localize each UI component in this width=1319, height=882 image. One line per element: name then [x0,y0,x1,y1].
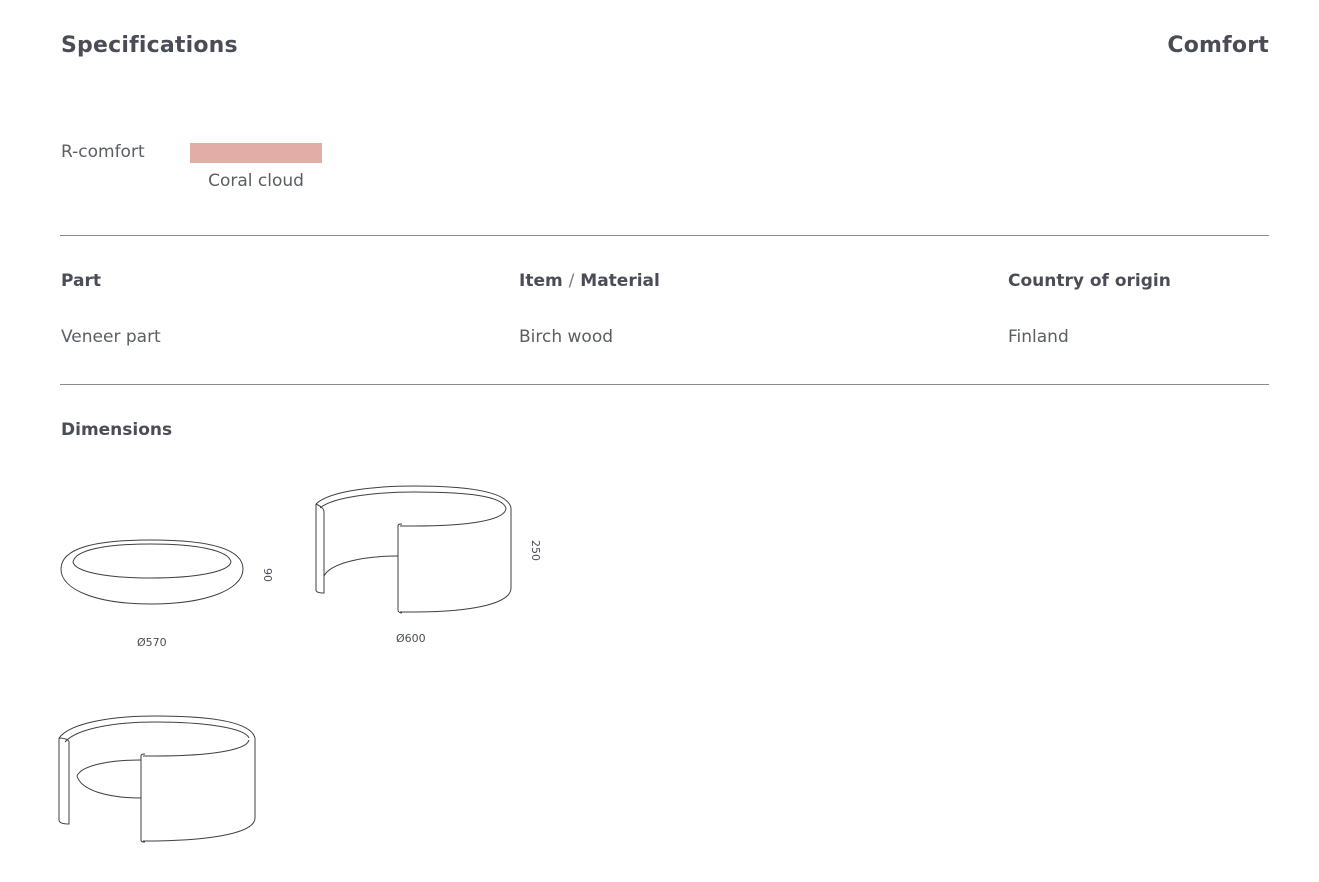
dimensions-title: Dimensions [61,420,173,440]
shell-diameter-label: Ø600 [396,632,426,645]
column-header-separator: / [568,271,575,291]
cushion-height-label: 90 [261,568,274,582]
open-shell-side-drawing: 250 Ø600 [315,485,542,645]
column-header-part: Part [61,271,101,291]
table-cell-origin: Finland [1008,327,1069,347]
table-cell-part: Veneer part [61,327,161,347]
cushion-drawing: 90 Ø570 [60,539,274,649]
divider-bottom [60,384,1269,385]
color-swatch-option[interactable]: Coral cloud [190,143,322,191]
table-cell-material: Birch wood [519,327,614,347]
collection-name: Comfort [1167,33,1269,58]
column-header-material: Material [580,271,660,291]
cushion-diameter-label: Ø570 [137,636,167,649]
divider-top [60,235,1269,236]
variant-label: R-comfort [61,142,145,162]
open-shell-perspective-drawing [58,715,256,843]
color-swatch[interactable] [190,143,322,163]
column-header-item-material: Item / Material [519,271,660,291]
column-header-item: Item [519,271,563,291]
column-header-origin: Country of origin [1008,271,1171,291]
page-title: Specifications [61,33,238,58]
shell-height-label: 250 [529,540,542,561]
color-swatch-name: Coral cloud [208,171,304,191]
